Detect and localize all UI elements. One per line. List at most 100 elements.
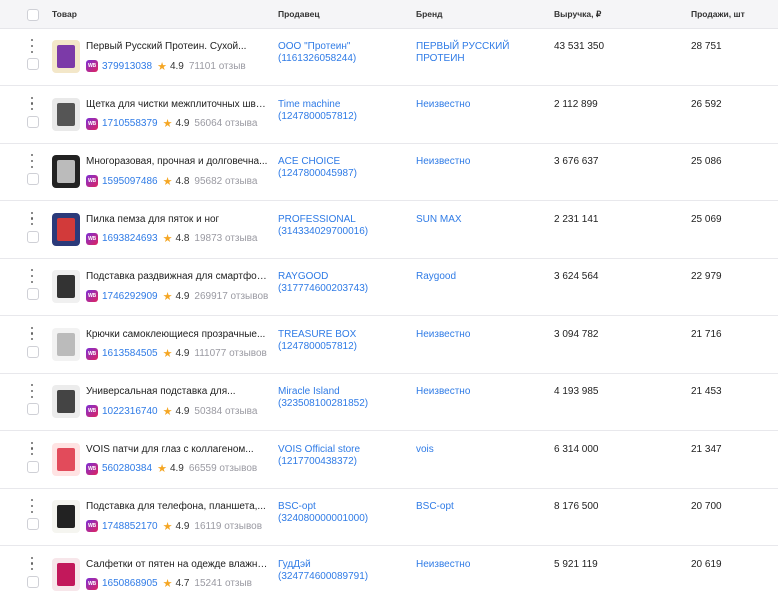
brand-link[interactable]: vois (416, 444, 546, 456)
brand-link[interactable]: Неизвестно (416, 386, 546, 398)
table-row[interactable]: Подставка для телефона, планшета,... WB 17… (0, 489, 778, 546)
product-name-link[interactable]: Подставка раздвижная для смартфон... (86, 271, 268, 282)
product-name-link[interactable]: Щетка для чистки межплиточных шво... (86, 99, 268, 110)
table-row[interactable]: VOIS патчи для глаз с коллагеном... WB 560… (0, 432, 778, 489)
seller-id: (317774600203743) (278, 283, 369, 294)
row-menu-icon[interactable] (28, 556, 36, 571)
row-checkbox[interactable] (27, 460, 39, 473)
product-sku-link[interactable]: 1748852170 (102, 521, 158, 532)
column-header-sales[interactable]: Продажи, шт (691, 0, 745, 29)
row-menu-icon[interactable] (28, 499, 36, 513)
row-menu-icon[interactable] (28, 384, 36, 398)
product-name-link[interactable]: Пилка пемза для пяток и ног (86, 214, 268, 225)
product-sku-link[interactable]: 1746292909 (102, 291, 158, 302)
product-reviews: 269917 отзывов (194, 290, 269, 302)
brand-link[interactable]: Неизвестно (416, 559, 546, 571)
product-name-link[interactable]: Универсальная подставка для... (86, 386, 268, 397)
product-sku-link[interactable]: 1693824693 (102, 233, 158, 244)
table-row[interactable]: Салфетки от пятен на одежде влажны... WB 1… (0, 547, 778, 600)
product-thumbnail[interactable] (52, 500, 80, 533)
table-row[interactable]: Пилка пемза для пяток и ног WB 1693824693 ★… (0, 202, 778, 259)
sales-value: 22 979 (691, 271, 722, 282)
product-name-link[interactable]: Салфетки от пятен на одежде влажны... (86, 559, 268, 570)
product-thumbnail[interactable] (52, 97, 80, 131)
seller-id: (324080000001000) (278, 513, 369, 524)
table-row[interactable]: Крючки самоклеющиеся прозрачные... WB 1613… (0, 317, 778, 374)
select-all-checkbox[interactable] (27, 9, 39, 21)
product-sku-link[interactable]: 379913038 (102, 61, 152, 72)
row-checkbox[interactable] (27, 288, 39, 300)
column-header-seller[interactable]: Продавец (278, 0, 320, 29)
row-checkbox[interactable] (27, 115, 39, 128)
row-checkbox[interactable] (27, 575, 39, 588)
row-menu-icon[interactable] (28, 154, 36, 168)
product-name-link[interactable]: Многоразовая, прочная и долговечна... (86, 156, 268, 167)
brand-link[interactable]: SUN MAX (416, 214, 546, 226)
product-name-link[interactable]: Первый Русский Протеин. Сухой... (86, 41, 268, 52)
row-menu-icon[interactable] (28, 96, 36, 111)
star-icon: ★ (162, 405, 173, 418)
seller-name: ООО "Протеин" (278, 41, 351, 52)
seller-id: (1247800045987) (278, 168, 357, 179)
product-sku-link[interactable]: 560280384 (102, 463, 152, 474)
seller-link[interactable]: ООО "Протеин" (1161326058244) (278, 41, 408, 65)
seller-link[interactable]: ACE CHOICE (1247800045987) (278, 156, 408, 180)
row-menu-icon[interactable] (28, 269, 36, 283)
product-thumbnail[interactable] (52, 442, 80, 476)
product-sku-link[interactable]: 1022316740 (102, 406, 158, 417)
product-name-link[interactable]: Крючки самоклеющиеся прозрачные... (86, 329, 268, 340)
table-row[interactable]: Универсальная подставка для... WB 10223167… (0, 374, 778, 431)
product-name-link[interactable]: VOIS патчи для глаз с коллагеном... (86, 444, 268, 455)
table-row[interactable]: Щетка для чистки межплиточных шво... WB 17… (0, 87, 778, 144)
product-sku-link[interactable]: 1613584505 (102, 348, 158, 359)
seller-id: (324774600089791) (278, 570, 369, 582)
product-thumbnail[interactable] (52, 270, 80, 303)
product-thumbnail[interactable] (52, 557, 80, 591)
row-checkbox[interactable] (27, 403, 39, 415)
product-thumbnail[interactable] (52, 385, 80, 418)
seller-link[interactable]: TREASURE BOX (1247800057812) (278, 329, 408, 353)
seller-link[interactable]: PROFESSIONAL (314334029700016) (278, 214, 408, 238)
column-header-product[interactable]: Товар (52, 0, 77, 29)
seller-link[interactable]: Miracle Island (323508100281852) (278, 386, 408, 410)
row-checkbox[interactable] (27, 173, 39, 185)
seller-link[interactable]: RAYGOOD (317774600203743) (278, 271, 408, 295)
product-sku-link[interactable]: 1595097486 (102, 176, 158, 187)
product-rating: 4.9 (169, 463, 184, 474)
product-thumbnail[interactable] (52, 212, 80, 246)
star-icon: ★ (162, 578, 173, 590)
seller-link[interactable]: VOIS Official store (1217700438372) (278, 444, 408, 468)
product-sku-link[interactable]: 1650868905 (102, 578, 158, 589)
seller-id: (1247800057812) (278, 340, 357, 352)
product-name-link[interactable]: Подставка для телефона, планшета,... (86, 501, 268, 512)
row-menu-icon[interactable] (28, 326, 36, 341)
row-checkbox[interactable] (27, 518, 39, 530)
product-sku-link[interactable]: 1710558379 (102, 118, 158, 129)
row-checkbox[interactable] (27, 230, 39, 243)
brand-link[interactable]: Неизвестно (416, 99, 546, 111)
revenue-value: 4 193 985 (554, 386, 599, 397)
row-menu-icon[interactable] (28, 441, 36, 456)
brand-link[interactable]: Неизвестно (416, 156, 546, 168)
row-checkbox[interactable] (27, 345, 39, 358)
row-menu-icon[interactable] (28, 211, 36, 226)
brand-link[interactable]: Неизвестно (416, 329, 546, 341)
seller-link[interactable]: BSC-opt (324080000001000) (278, 501, 408, 525)
product-thumbnail[interactable] (52, 327, 80, 361)
row-menu-icon[interactable] (28, 39, 36, 53)
brand-link[interactable]: BSC-opt (416, 501, 546, 513)
seller-link[interactable]: ГудДэй (324774600089791) (278, 559, 408, 583)
row-checkbox[interactable] (27, 58, 39, 70)
column-header-brand[interactable]: Бренд (416, 0, 443, 29)
brand-link[interactable]: Raygood (416, 271, 546, 283)
table-row[interactable]: Многоразовая, прочная и долговечна... WB 1… (0, 144, 778, 201)
product-thumbnail[interactable] (52, 155, 80, 188)
table-row[interactable]: Первый Русский Протеин. Сухой... WB 379913… (0, 29, 778, 86)
table-row[interactable]: Подставка раздвижная для смартфон... WB 17… (0, 259, 778, 316)
seller-name: Time machine (278, 98, 341, 110)
brand-link[interactable]: ПЕРВЫЙ РУССКИЙ ПРОТЕИН (416, 41, 546, 65)
product-reviews: 50384 отзыва (194, 405, 258, 417)
seller-link[interactable]: Time machine (1247800057812) (278, 99, 408, 123)
column-header-revenue[interactable]: Выручка, ₽ (554, 0, 601, 29)
product-thumbnail[interactable] (52, 40, 80, 73)
